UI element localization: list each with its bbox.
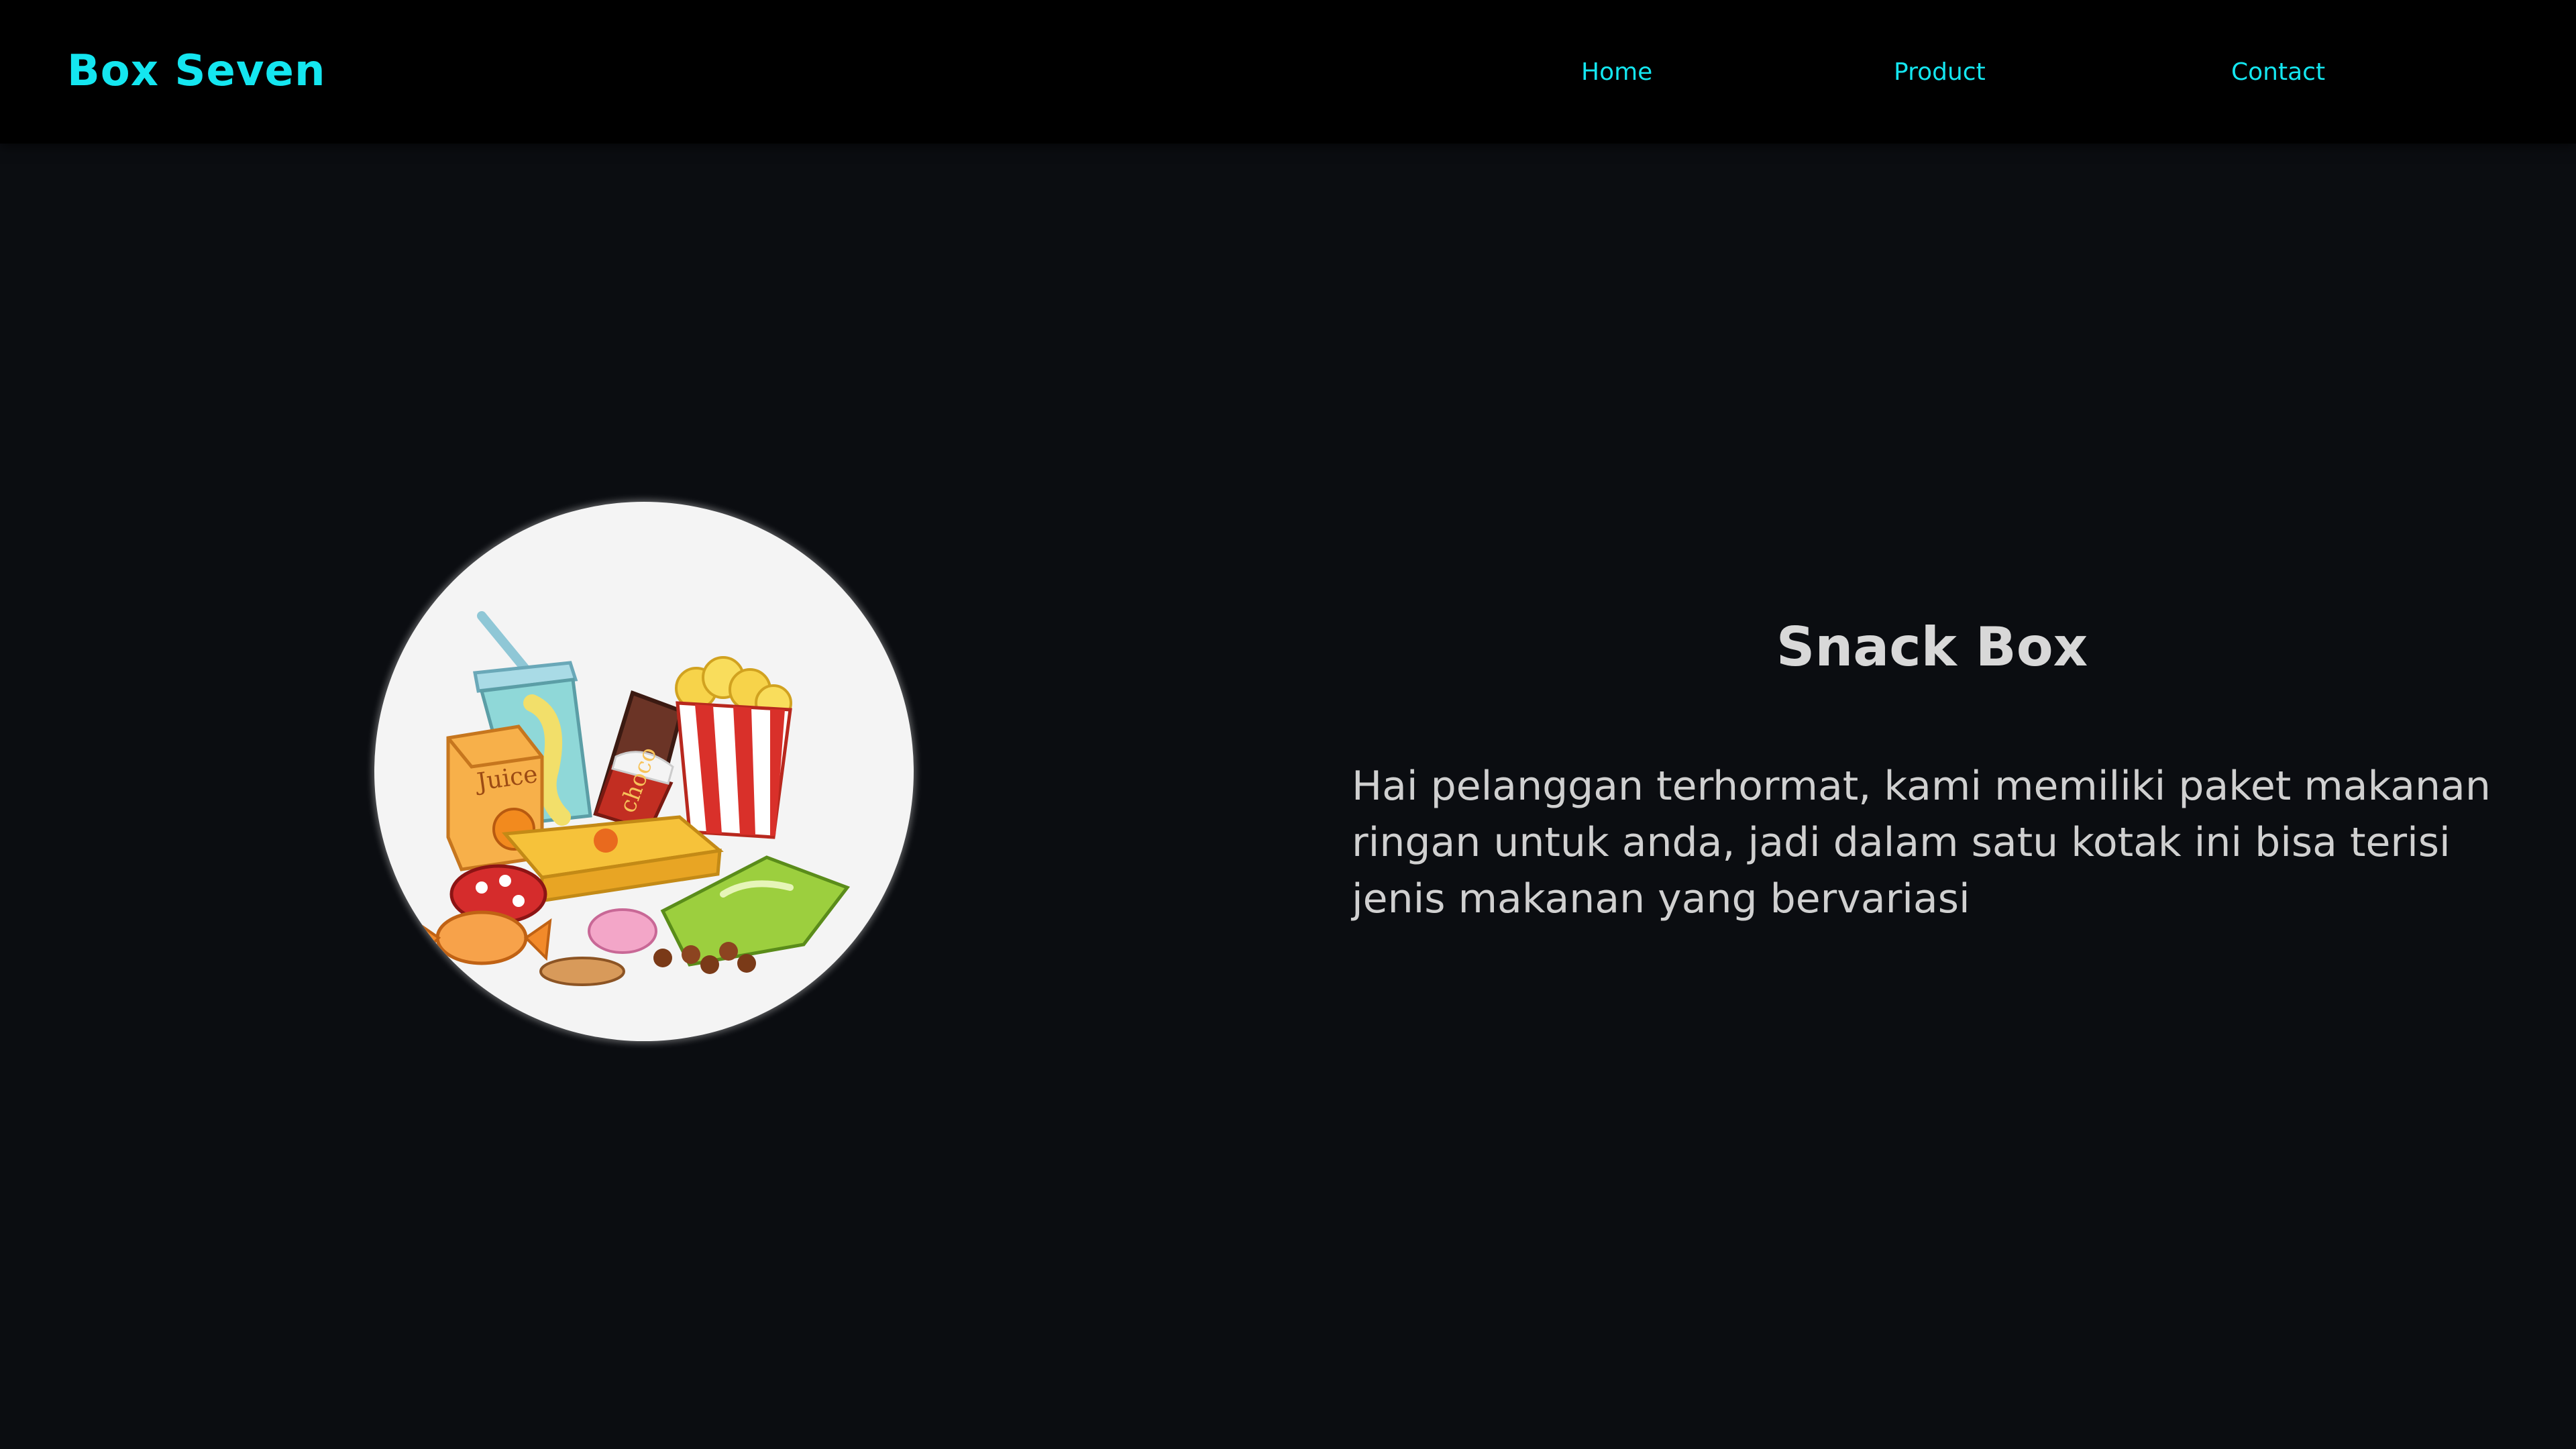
hero-description: Hai pelanggan terhormat, kami memiliki p… (1352, 763, 2491, 922)
chocolate-bar-icon: choco (593, 690, 684, 833)
nav-link-contact[interactable]: Contact (2231, 54, 2325, 91)
snack-box-image: Juice choco (374, 502, 914, 1041)
snack-illustration-icon: Juice choco (413, 611, 851, 986)
nav-link-home[interactable]: Home (1581, 54, 1652, 91)
hero-title: Snack Box (1776, 616, 2088, 678)
popcorn-icon (675, 656, 792, 839)
nav-link-product[interactable]: Product (1894, 54, 1986, 91)
brand-logo[interactable]: Box Seven (67, 39, 326, 103)
navbar: Box Seven Home Product Contact (0, 0, 2576, 144)
